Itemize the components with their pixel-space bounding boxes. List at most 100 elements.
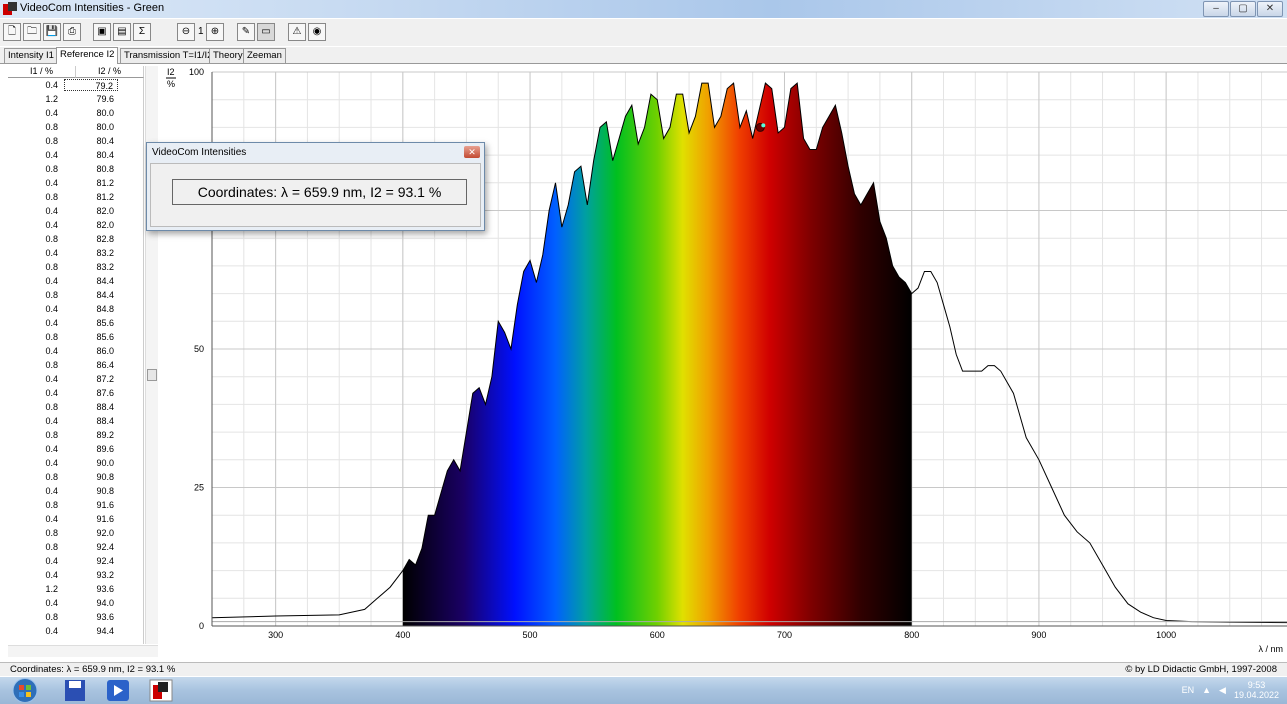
cell-i1: 0.8 (45, 612, 58, 622)
table-row[interactable]: 0.8 89.2 (8, 429, 144, 441)
table-row[interactable]: 0.8 84.4 (8, 289, 144, 301)
table-row[interactable]: 1.2 79.6 (8, 93, 144, 105)
table-row[interactable]: 0.8 82.8 (8, 233, 144, 245)
table-row[interactable]: 0.4 84.4 (8, 275, 144, 287)
new-file-icon[interactable]: 🗋 (3, 23, 21, 41)
cell-i1: 0.4 (45, 486, 58, 496)
table-row[interactable]: 0.4 79.2 (8, 79, 144, 91)
cell-i2: 90.8 (96, 486, 114, 496)
minimize-button[interactable]: – (1203, 1, 1229, 17)
cell-i1: 0.4 (45, 416, 58, 426)
table-row[interactable]: 0.8 90.8 (8, 471, 144, 483)
scroll-thumb[interactable] (147, 369, 157, 381)
table-row[interactable]: 0.8 80.4 (8, 135, 144, 147)
table-row[interactable]: 0.8 91.6 (8, 499, 144, 511)
cell-i2: 80.8 (96, 164, 114, 174)
clock[interactable]: 9:53 19.04.2022 (1234, 680, 1279, 700)
table-row[interactable]: 0.4 88.4 (8, 415, 144, 427)
table-row[interactable]: 0.8 81.2 (8, 191, 144, 203)
y-tick-label: 0 (199, 621, 204, 631)
toolbar: 🗋 🗀 💾 ⎙ ▣ ▤ Σ ⊖ 1 ⊕ ✎ ▭ ⚠ ◉ (0, 19, 1287, 46)
y-tick-label: 25 (194, 483, 204, 493)
table-row[interactable]: 0.4 83.2 (8, 247, 144, 259)
open-file-icon[interactable]: 🗀 (23, 23, 41, 41)
table-row[interactable]: 0.4 91.6 (8, 513, 144, 525)
table-row[interactable]: 1.2 93.6 (8, 583, 144, 595)
language-indicator[interactable]: EN (1182, 685, 1195, 695)
x-tick-label: 1000 (1156, 630, 1176, 640)
tab-intensity-i1[interactable]: Intensity I1 (4, 48, 58, 63)
table-row[interactable]: 0.4 89.6 (8, 443, 144, 455)
media-app-icon[interactable] (105, 678, 131, 703)
x-tick-label: 700 (777, 630, 792, 640)
videocom-app-icon[interactable] (148, 678, 174, 703)
table-row[interactable]: 0.4 81.2 (8, 177, 144, 189)
table-row[interactable]: 0.4 92.4 (8, 555, 144, 567)
table-row[interactable]: 0.4 94.0 (8, 597, 144, 609)
cell-i2: 90.8 (96, 472, 114, 482)
tray-expand-icon[interactable]: ▲ (1202, 685, 1211, 695)
table-row[interactable]: 0.4 84.8 (8, 303, 144, 315)
table-row[interactable]: 0.4 93.2 (8, 569, 144, 581)
volume-icon[interactable]: ◀ (1219, 685, 1226, 696)
table-row[interactable]: 0.4 90.0 (8, 457, 144, 469)
table-row[interactable]: 0.4 82.0 (8, 205, 144, 217)
table-row[interactable]: 0.4 86.0 (8, 345, 144, 357)
table-row[interactable]: 0.8 80.0 (8, 121, 144, 133)
table-row[interactable]: 0.8 80.8 (8, 163, 144, 175)
table-horizontal-scrollbar[interactable] (8, 645, 158, 657)
table-row[interactable]: 0.4 80.4 (8, 149, 144, 161)
sum-icon[interactable]: Σ (133, 23, 151, 41)
app-icon (3, 2, 17, 15)
tab-reference-i2[interactable]: Reference I2 (56, 47, 119, 64)
x-tick-label: 500 (523, 630, 538, 640)
y-tick-label: 50 (194, 344, 204, 354)
dialog-close-icon[interactable]: ✕ (464, 146, 480, 158)
warning-icon[interactable]: ⚠ (288, 23, 306, 41)
cell-i2: 84.4 (96, 276, 114, 286)
cell-i1: 0.8 (45, 360, 58, 370)
table-row[interactable]: 0.4 85.6 (8, 317, 144, 329)
table-row[interactable]: 0.4 90.8 (8, 485, 144, 497)
tab-zeeman[interactable]: Zeeman (243, 48, 286, 63)
table-row[interactable]: 0.8 85.6 (8, 331, 144, 343)
y-tick-label: 100 (189, 67, 204, 77)
data-table[interactable]: I1 / % I2 / % 0.4 79.2 1.2 79.6 0.4 80.0 0.8 80… (8, 66, 144, 644)
camera-settings-icon[interactable]: ▤ (113, 23, 131, 41)
cell-i1: 0.4 (45, 318, 58, 328)
print-icon[interactable]: ⎙ (63, 23, 81, 41)
camera-icon[interactable]: ▣ (93, 23, 111, 41)
column-header-i1[interactable]: I1 / % (8, 66, 76, 78)
table-row[interactable]: 0.8 86.4 (8, 359, 144, 371)
start-button-icon[interactable] (8, 677, 42, 702)
save-app-icon[interactable] (62, 678, 88, 703)
zoom-in-icon[interactable]: ⊕ (206, 23, 224, 41)
tools-icon[interactable]: ✎ (237, 23, 255, 41)
table-row[interactable]: 0.8 88.4 (8, 401, 144, 413)
help-icon[interactable]: ◉ (308, 23, 326, 41)
cell-i1: 0.4 (45, 178, 58, 188)
display-icon[interactable]: ▭ (257, 23, 275, 41)
table-row[interactable]: 0.8 93.6 (8, 611, 144, 623)
cell-i2: 94.0 (96, 598, 114, 608)
table-row[interactable]: 0.4 87.6 (8, 387, 144, 399)
cell-i2: 88.4 (96, 402, 114, 412)
tab-theory[interactable]: Theory (209, 48, 247, 63)
close-button[interactable]: ✕ (1257, 1, 1283, 17)
save-file-icon[interactable]: 💾 (43, 23, 61, 41)
table-row[interactable]: 0.4 82.0 (8, 219, 144, 231)
table-row[interactable]: 0.4 80.0 (8, 107, 144, 119)
table-row[interactable]: 0.4 87.2 (8, 373, 144, 385)
table-row[interactable]: 0.8 92.4 (8, 541, 144, 553)
zoom-out-icon[interactable]: ⊖ (177, 23, 195, 41)
cursor-marker-highlight (761, 123, 766, 128)
table-row[interactable]: 0.8 92.0 (8, 527, 144, 539)
cell-i2: 91.6 (96, 514, 114, 524)
maximize-button[interactable]: ▢ (1230, 1, 1256, 17)
column-header-i2[interactable]: I2 / % (76, 66, 144, 78)
coordinates-dialog[interactable]: VideoCom Intensities ✕ Coordinates: λ = … (146, 142, 485, 231)
tab-transmission[interactable]: Transmission T=I1/I2 (120, 48, 217, 63)
system-tray: EN ▲ ◀ 9:53 19.04.2022 (1182, 680, 1279, 700)
table-row[interactable]: 0.8 83.2 (8, 261, 144, 273)
table-row[interactable]: 0.4 94.4 (8, 625, 144, 637)
